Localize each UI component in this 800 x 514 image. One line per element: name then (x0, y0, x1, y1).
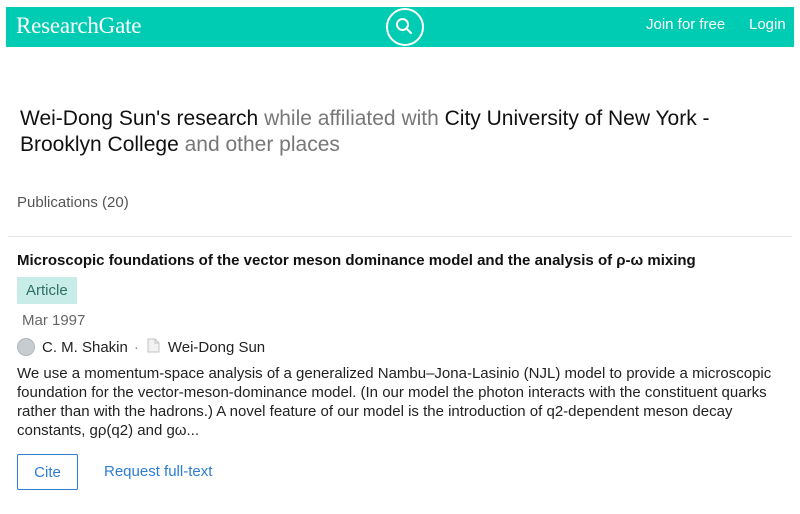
article-type-badge: Article (17, 277, 77, 304)
affiliated-text: while affiliated with (264, 107, 439, 130)
cite-button[interactable]: Cite (17, 454, 78, 490)
publication-title[interactable]: Microscopic foundations of the vector me… (17, 252, 696, 269)
request-full-text-link[interactable]: Request full-text (104, 463, 212, 480)
search-icon (396, 18, 412, 34)
publication-abstract: We use a momentum-space analysis of a ge… (17, 365, 772, 439)
author-separator: · (133, 338, 139, 356)
join-for-free-link[interactable]: Join for free (646, 16, 725, 33)
other-places-text: and other places (184, 133, 340, 156)
login-link[interactable]: Login (749, 16, 786, 33)
search-button[interactable] (386, 8, 424, 46)
avatar (17, 338, 35, 356)
researchgate-logo[interactable]: ResearchGate (16, 13, 142, 39)
document-icon (147, 338, 160, 357)
researcher-name[interactable]: Wei-Dong Sun's research (20, 107, 258, 130)
author-link[interactable]: Wei-Dong Sun (168, 339, 265, 356)
divider (8, 236, 792, 237)
author-link[interactable]: C. M. Shakin (42, 339, 128, 356)
publication-date: Mar 1997 (22, 312, 86, 329)
author-list: C. M. Shakin · Wei-Dong Sun (17, 337, 265, 357)
top-navigation-bar: ResearchGate Join for free Login (6, 7, 794, 47)
publications-count: Publications (20) (17, 194, 129, 211)
page-heading: Wei-Dong Sun's research while affiliated… (20, 106, 760, 158)
